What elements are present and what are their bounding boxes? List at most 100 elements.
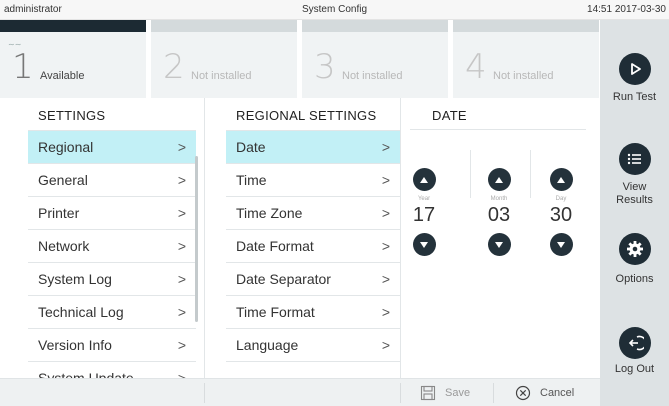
settings-item-technical-log[interactable]: Technical Log > (28, 296, 196, 329)
day-down-button[interactable] (549, 233, 573, 256)
log-out-icon (618, 327, 651, 359)
scrollbar[interactable] (195, 156, 198, 322)
module-status-strip (302, 20, 448, 32)
action-bar: Save Cancel (0, 378, 600, 406)
module-tabs: ∼∼ 1 Available 2 Not installed 3 Not ins… (0, 20, 600, 98)
settings-item-label: System Log (38, 271, 112, 287)
settings-item-version-info[interactable]: Version Info > (28, 329, 196, 362)
settings-item-general[interactable]: General > (28, 164, 196, 197)
regional-item-label: Time (236, 172, 267, 188)
status-bar: administrator System Config 14:51 2017-0… (0, 0, 669, 20)
module-status-strip (0, 20, 146, 32)
module-number: 4 (465, 47, 487, 87)
regional-item-time[interactable]: Time > (226, 164, 400, 197)
module-status: Not installed (191, 70, 252, 82)
day-spinner: Day 30 (544, 168, 578, 256)
settings-item-label: Regional (38, 139, 94, 155)
chevron-right-icon: > (381, 271, 390, 287)
settings-item-label: Printer (38, 205, 80, 221)
settings-item-network[interactable]: Network > (28, 230, 196, 263)
year-value: 17 (412, 204, 436, 226)
month-up-button[interactable] (487, 168, 511, 191)
chevron-right-icon: > (177, 271, 186, 287)
action-bar-divider (204, 383, 205, 403)
settings-item-label: Technical Log (38, 304, 124, 320)
gear-icon (618, 233, 651, 265)
regional-item-date-format[interactable]: Date Format > (226, 230, 400, 263)
list-icon (618, 143, 651, 175)
options-label: Options (615, 273, 654, 285)
regional-item-label: Time Format (236, 304, 315, 320)
settings-item-label: Version Info (38, 337, 112, 353)
cancel-button[interactable]: Cancel (515, 384, 574, 402)
regional-item-time-zone[interactable]: Time Zone > (226, 197, 400, 230)
module-number: 3 (314, 47, 336, 87)
regional-item-label: Language (236, 337, 299, 353)
settings-panel: SETTINGS REGIONAL SETTINGS DATE Regional… (0, 98, 600, 379)
date-heading-underline (410, 129, 586, 130)
month-spinner: Month 03 (482, 168, 516, 256)
action-bar-divider (400, 383, 401, 403)
run-test-button[interactable]: Run Test (600, 53, 669, 104)
module-3[interactable]: 3 Not installed (302, 20, 448, 98)
triangle-down-icon (557, 241, 565, 248)
regional-item-language[interactable]: Language > (226, 329, 400, 362)
log-out-label: Log Out (614, 363, 655, 375)
module-2[interactable]: 2 Not installed (151, 20, 297, 98)
settings-item-regional[interactable]: Regional > (28, 131, 196, 164)
regional-item-date-separator[interactable]: Date Separator > (226, 263, 400, 296)
save-label: Save (445, 387, 471, 399)
year-down-button[interactable] (412, 233, 436, 256)
log-out-button[interactable]: Log Out (600, 327, 669, 376)
chevron-right-icon: > (381, 172, 390, 188)
view-results-button[interactable]: View Results (600, 143, 669, 207)
module-status-strip (151, 20, 297, 32)
chevron-right-icon: > (381, 337, 390, 353)
regional-item-label: Date Format (236, 238, 314, 254)
cancel-label: Cancel (540, 387, 575, 399)
day-up-button[interactable] (549, 168, 573, 191)
column-divider (400, 98, 401, 378)
regional-item-label: Date Separator (236, 271, 331, 287)
chevron-right-icon: > (381, 205, 390, 221)
clock: 14:51 2017-03-30 (587, 4, 666, 15)
triangle-down-icon (420, 241, 428, 248)
day-caption: Day (555, 196, 567, 202)
save-icon (420, 385, 436, 401)
module-1[interactable]: ∼∼ 1 Available (0, 20, 146, 98)
module-status-strip (453, 20, 599, 32)
module-status: Not installed (493, 70, 554, 82)
module-number: 2 (163, 47, 185, 87)
module-4[interactable]: 4 Not installed (453, 20, 599, 98)
options-button[interactable]: Options (600, 233, 669, 286)
run-test-label: Run Test (612, 91, 657, 103)
spinner-divider (470, 150, 471, 198)
regional-item-time-format[interactable]: Time Format > (226, 296, 400, 329)
triangle-up-icon (495, 176, 503, 183)
column-divider (204, 98, 205, 378)
save-button[interactable]: Save (420, 384, 470, 402)
month-down-button[interactable] (487, 233, 511, 256)
regional-settings-list: Date > Time > Time Zone > Date Format > … (226, 130, 400, 362)
settings-item-system-log[interactable]: System Log > (28, 263, 196, 296)
year-caption: Year (417, 196, 431, 202)
module-status: Available (40, 70, 85, 82)
chevron-right-icon: > (381, 238, 390, 254)
chevron-right-icon: > (177, 139, 186, 155)
day-value: 30 (549, 204, 573, 226)
triangle-up-icon (420, 176, 428, 183)
module-number: 1 (12, 47, 34, 87)
month-value: 03 (487, 204, 511, 226)
settings-item-label: General (38, 172, 88, 188)
chevron-right-icon: > (177, 205, 186, 221)
chevron-right-icon: > (177, 370, 186, 379)
action-bar-divider (493, 383, 494, 403)
chevron-right-icon: > (177, 304, 186, 320)
year-up-button[interactable] (412, 168, 436, 191)
year-spinner: Year 17 (407, 168, 441, 256)
settings-item-system-update[interactable]: System Update > (28, 362, 196, 379)
spinner-divider (530, 150, 531, 198)
regional-item-date[interactable]: Date > (226, 131, 400, 164)
regional-item-label: Date (236, 139, 266, 155)
settings-item-printer[interactable]: Printer > (28, 197, 196, 230)
